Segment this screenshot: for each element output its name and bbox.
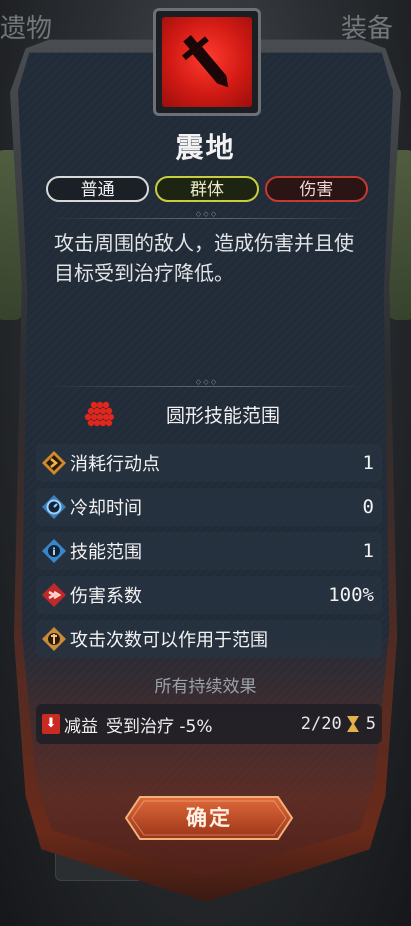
tag-damage: 伤害	[264, 176, 368, 202]
stat-value: 0	[362, 496, 374, 518]
hourglass-icon	[346, 716, 359, 732]
stat-action-points: 消耗行动点 1	[36, 444, 382, 482]
stat-value: 100%	[328, 584, 374, 606]
divider	[45, 214, 367, 222]
effect-turns: 5	[365, 714, 376, 734]
stat-skill-range: i 技能范围 1	[36, 532, 382, 570]
skill-range-icon: i	[42, 539, 66, 563]
equipment-tab[interactable]: 装备	[341, 8, 393, 45]
range-label: 圆形技能范围	[166, 404, 281, 427]
stat-label: 消耗行动点	[70, 454, 160, 475]
skill-tags: 普通 群体 伤害	[46, 176, 368, 202]
confirm-label: 确定	[186, 806, 232, 830]
circular-range-icon	[84, 401, 114, 427]
svg-text:i: i	[52, 547, 55, 558]
stat-value: 1	[362, 452, 374, 474]
effect-item: ⬇ 减益 受到治疗 -5% 2/20 5	[36, 704, 382, 744]
stat-area-attack: 攻击次数可以作用于范围	[36, 620, 382, 658]
stat-cooldown: 冷却时间 0	[36, 488, 382, 526]
tag-normal: 普通	[46, 176, 150, 202]
stat-value: 1	[362, 540, 374, 562]
divider	[45, 382, 367, 390]
skill-name: 震地	[175, 131, 236, 164]
skill-description: 攻击周围的敌人，造成伤害并且使目标受到治疗降低。	[54, 231, 354, 285]
tag-group: 群体	[155, 176, 259, 202]
debuff-arrow-icon: ⬇	[42, 714, 60, 734]
effects-title: 所有持续效果	[154, 677, 257, 697]
skill-icon-frame	[153, 8, 261, 116]
cooldown-icon	[42, 495, 66, 519]
skill-range-shape: 圆形技能范围	[84, 396, 280, 432]
confirm-button[interactable]: 确定	[124, 795, 294, 841]
effect-text: 受到治疗 -5%	[106, 716, 213, 737]
action-point-icon	[42, 451, 66, 475]
stat-label: 技能范围	[70, 542, 142, 563]
damage-coefficient-icon	[42, 583, 66, 607]
stat-damage-coefficient: 伤害系数 100%	[36, 576, 382, 614]
area-attack-icon	[42, 627, 66, 651]
sword-slam-icon	[162, 17, 252, 107]
effect-stack: 2/20	[300, 714, 342, 734]
stat-label: 攻击次数可以作用于范围	[70, 630, 268, 651]
stat-label: 冷却时间	[70, 498, 142, 519]
effect-type: 减益	[64, 716, 98, 737]
relics-tab[interactable]: 遗物	[0, 8, 52, 45]
stat-label: 伤害系数	[70, 586, 142, 607]
